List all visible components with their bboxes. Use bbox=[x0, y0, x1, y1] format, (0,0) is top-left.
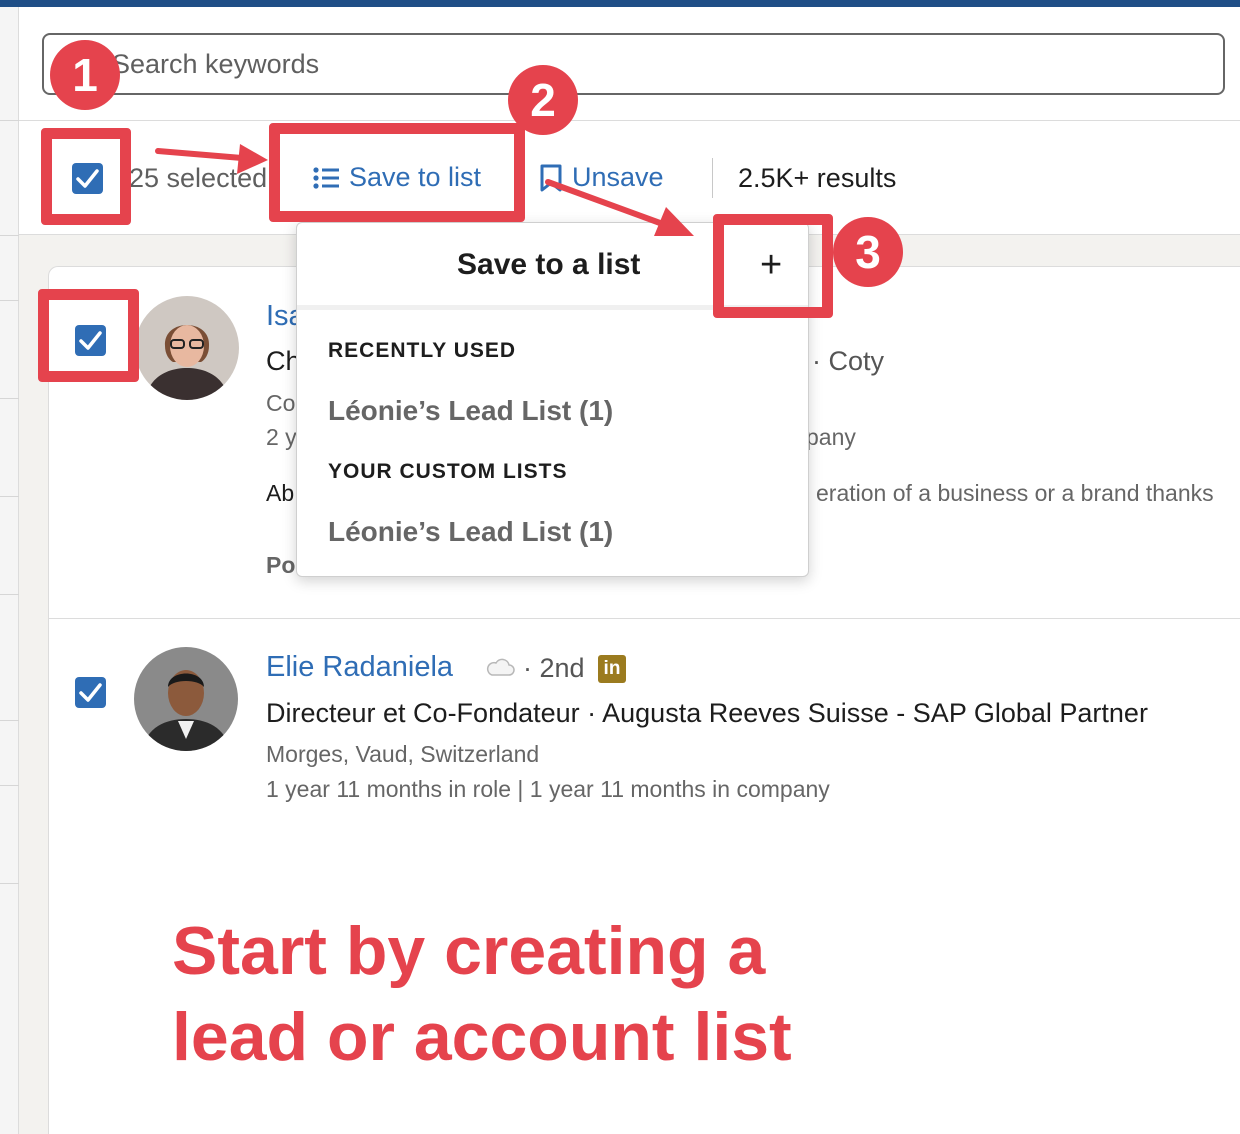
caption-line-1: Start by creating a bbox=[172, 913, 766, 989]
caption-line-2: lead or account list bbox=[172, 999, 792, 1075]
arrowhead-icon bbox=[237, 144, 268, 174]
arrow-icon bbox=[155, 148, 245, 161]
arrowhead-icon bbox=[654, 207, 694, 236]
step-1-badge: 1 bbox=[50, 40, 120, 110]
arrow-icon bbox=[545, 179, 663, 226]
step-2-badge: 2 bbox=[508, 65, 578, 135]
step-3-badge: 3 bbox=[833, 217, 903, 287]
